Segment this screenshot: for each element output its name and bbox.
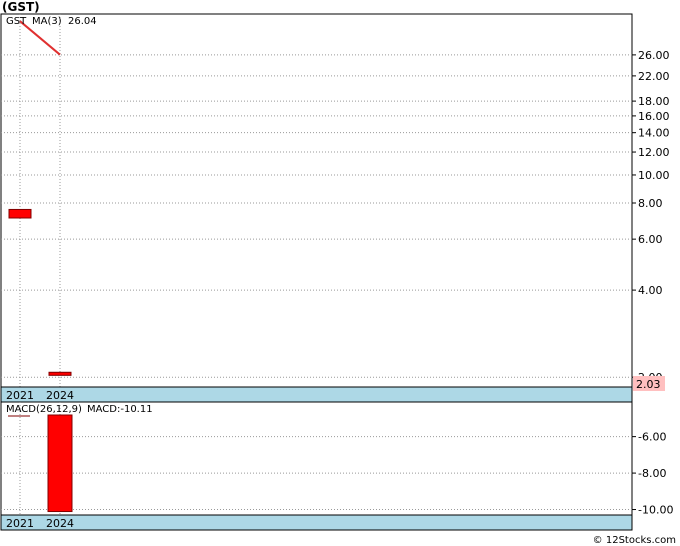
macd-x-tick-label: 2021 (6, 517, 34, 530)
legend-symbol: GST (6, 16, 27, 27)
last-price-label: 2.03 (636, 378, 661, 391)
macd-bars (47, 414, 73, 513)
price-y-tick-labels: 26.00 22.00 18.00 16.00 14.00 12.00 10.00 8.00 6… (638, 49, 670, 384)
price-y-tick-label: 26.00 (638, 49, 670, 62)
price-y-tick-label: 10.00 (638, 169, 670, 182)
price-y-tick-label: 22.00 (638, 70, 670, 83)
macd-y-tick-label: -8.00 (638, 467, 666, 480)
price-bar (8, 208, 32, 219)
legend-ma: MA(3) 26.04 (32, 16, 97, 27)
price-y-tick-label: 14.00 (638, 127, 670, 140)
price-x-axis-strip (0, 386, 633, 403)
price-y-tick-label: 12.00 (638, 146, 670, 159)
price-bar (48, 371, 72, 376)
legend-macd-value: MACD:-10.11 (87, 404, 153, 415)
price-x-tick-label: 2021 (6, 389, 34, 402)
macd-x-axis-strip (0, 514, 633, 531)
watermark: © 12Stocks.com (593, 535, 676, 546)
price-y-tick-label: 4.00 (638, 284, 663, 297)
price-y-tick-label: 8.00 (638, 197, 663, 210)
ticker-title: (GST) (2, 0, 40, 14)
price-y-tick-label: 18.00 (638, 95, 670, 108)
macd-panel: -6.00 -8.00 -10.00 MACD(26,12,9) MACD:-10.… (0, 401, 673, 531)
price-x-tick-label: 2024 (46, 389, 74, 402)
macd-y-tick-label: -10.00 (638, 504, 673, 517)
macd-bar (47, 414, 73, 513)
price-y-tick-label: 16.00 (638, 110, 670, 123)
price-panel: 26.00 22.00 18.00 16.00 14.00 12.00 10.00 8.00 6… (0, 13, 670, 403)
stock-chart: (GST) 26.00 22.00 18.00 16.00 14.00 12.00 10.0… (0, 0, 676, 546)
macd-y-tick-label: -6.00 (638, 431, 666, 444)
macd-plot-frame (0, 401, 633, 516)
macd-y-tick-labels: -6.00 -8.00 -10.00 (638, 431, 673, 517)
price-plot-frame (0, 13, 633, 388)
price-y-tick-label: 6.00 (638, 233, 663, 246)
legend-macd: MACD(26,12,9) (6, 404, 82, 415)
macd-x-tick-label: 2024 (46, 517, 74, 530)
